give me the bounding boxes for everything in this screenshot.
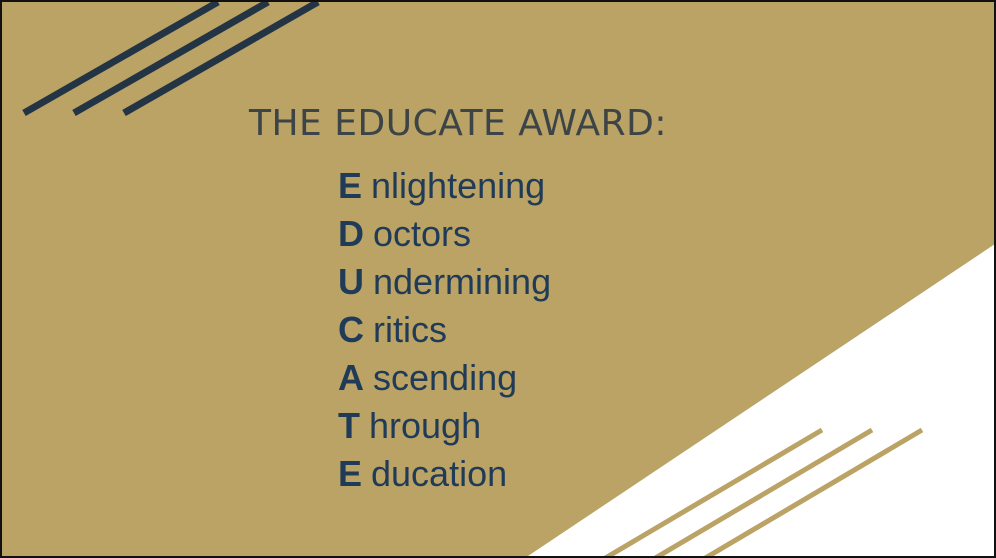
acrostic-initial: U: [338, 261, 364, 302]
acrostic-initial: E: [338, 165, 363, 206]
acrostic-line: Enlightening: [338, 162, 551, 210]
acrostic-line: Critics: [338, 306, 551, 354]
acrostic-word-rest: nlightening: [371, 165, 546, 206]
acrostic-word-rest: ritics: [373, 309, 447, 350]
acrostic-list: Enlightening Doctors Undermining Critics…: [338, 162, 551, 498]
acrostic-line: Education: [338, 450, 551, 498]
acrostic-word-rest: octors: [373, 213, 472, 254]
acrostic-word-rest: hrough: [369, 405, 482, 446]
award-title: THE EDUCATE AWARD:: [249, 103, 667, 144]
acrostic-word-rest: scending: [373, 357, 518, 398]
acrostic-initial: T: [338, 405, 360, 446]
acrostic-initial: C: [338, 309, 364, 350]
award-slide: THE EDUCATE AWARD: Enlightening Doctors …: [0, 0, 996, 558]
acrostic-initial: D: [338, 213, 364, 254]
acrostic-initial: E: [338, 453, 363, 494]
acrostic-word-rest: ducation: [371, 453, 508, 494]
acrostic-line: Undermining: [338, 258, 551, 306]
acrostic-line: Doctors: [338, 210, 551, 258]
acrostic-line: Ascending: [338, 354, 551, 402]
acrostic-line: Through: [338, 402, 551, 450]
acrostic-initial: A: [338, 357, 364, 398]
acrostic-word-rest: ndermining: [373, 261, 552, 302]
